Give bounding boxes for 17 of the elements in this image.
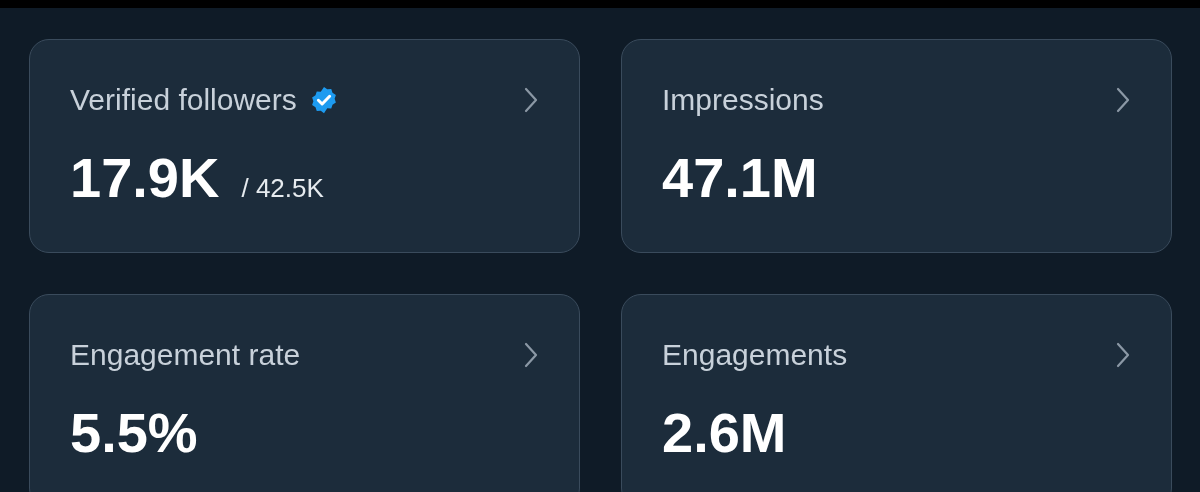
stat-card[interactable]: Engagements 2.6M (621, 294, 1172, 492)
chevron-right-icon (523, 342, 539, 368)
stat-value: 2.6M (662, 401, 787, 465)
stat-value: 17.9K (70, 146, 220, 210)
chevron-right-icon (523, 87, 539, 113)
card-title: Engagement rate (70, 337, 301, 373)
card-title: Impressions (662, 82, 824, 118)
card-title: Verified followers (70, 82, 297, 118)
stat-value: 47.1M (662, 146, 818, 210)
chevron-right-icon (1115, 87, 1131, 113)
stat-total: / 42.5K (241, 172, 324, 205)
stat-card[interactable]: Engagement rate 5.5% (29, 294, 580, 492)
stat-card[interactable]: Verified followers 17.9K / 42.5K (29, 39, 580, 253)
stat-card[interactable]: Impressions 47.1M (621, 39, 1172, 253)
chevron-right-icon (1115, 342, 1131, 368)
stat-value: 5.5% (70, 401, 198, 465)
card-title: Engagements (662, 337, 848, 373)
